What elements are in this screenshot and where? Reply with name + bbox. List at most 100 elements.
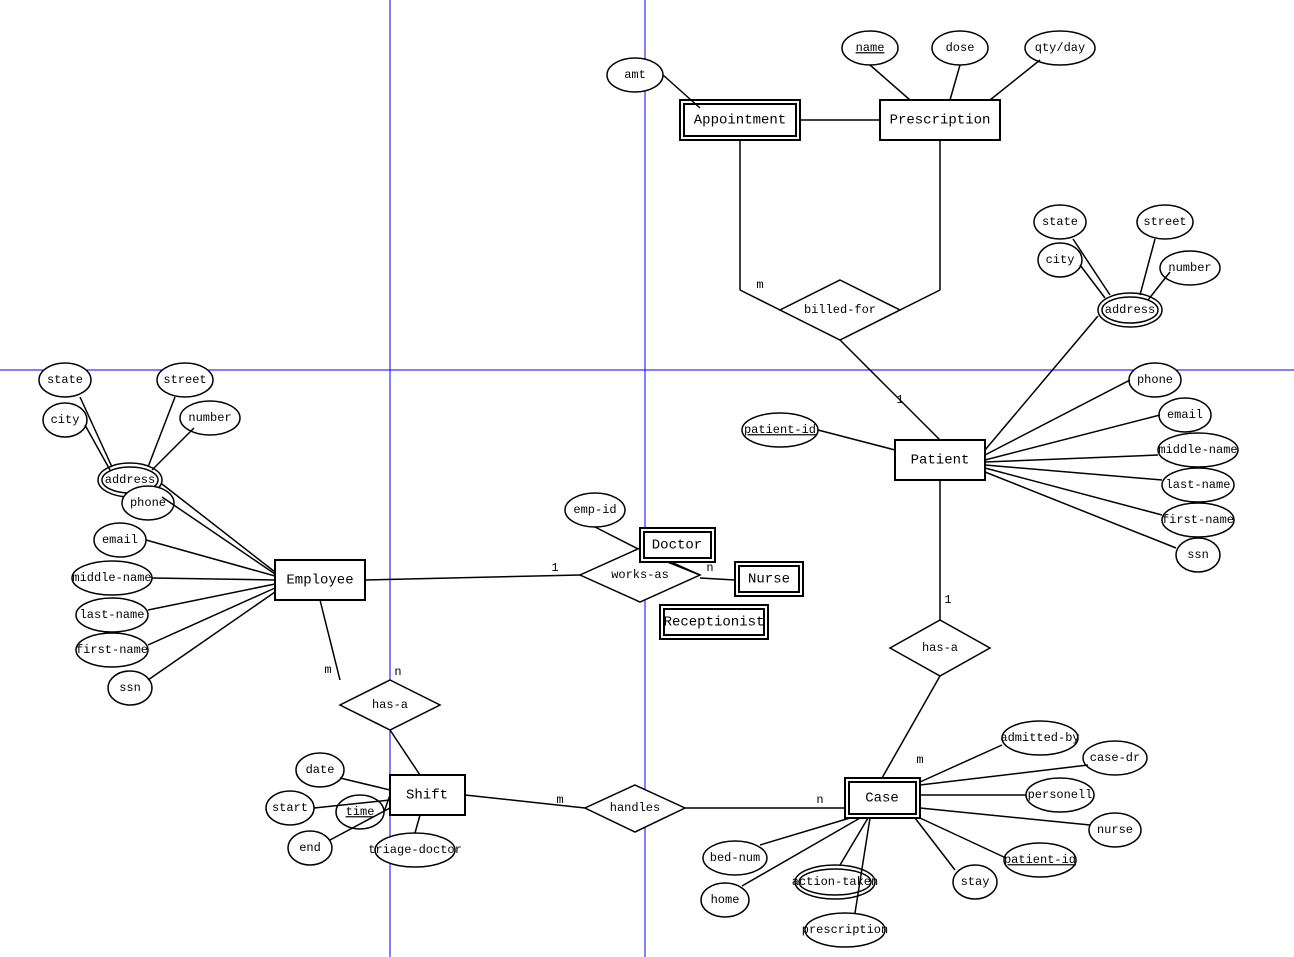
attr-personell-text: personell	[1028, 788, 1093, 802]
line-middlename-left-employee	[152, 578, 275, 580]
card-1-worksas: 1	[551, 561, 558, 575]
line-dose-prescription	[950, 65, 960, 100]
attr-stay-text: stay	[961, 875, 990, 889]
line-address-right-patient	[985, 316, 1098, 450]
attr-street-left-text: street	[163, 373, 206, 387]
line-name-prescription	[870, 65, 910, 100]
attr-empid-text: emp-id	[573, 503, 616, 517]
line-nurse-worksas	[700, 578, 735, 580]
attr-lastname-left-text: last-name	[80, 608, 145, 622]
line-phone-left-employee	[162, 497, 275, 574]
line-pres-diamond	[900, 290, 940, 310]
attr-lastname-right-text: last-name	[1166, 478, 1231, 492]
line-hasa-shift	[390, 730, 420, 775]
line-patientid-patient	[818, 430, 895, 450]
line-email-left-employee	[146, 540, 275, 576]
attr-prescription-case-text: prescription	[802, 923, 888, 937]
line-phone-right-patient	[985, 380, 1130, 455]
attr-city-right-text: city	[1046, 253, 1075, 267]
handles-label: handles	[610, 801, 660, 815]
card-n-worksas: n	[706, 561, 713, 575]
receptionist-label: Receptionist	[664, 615, 765, 631]
attr-street-right-text: street	[1143, 215, 1186, 229]
card-n-handles: n	[816, 793, 823, 807]
card-m-handles: m	[556, 793, 563, 807]
attr-firstname-left-text: first-name	[76, 643, 148, 657]
line-patientid-case	[920, 818, 1006, 858]
card-n-hasa-employee: n	[394, 665, 401, 679]
attr-casedr-text: case-dr	[1090, 751, 1140, 765]
attr-date-text: date	[306, 763, 335, 777]
patient-label: Patient	[911, 453, 970, 469]
attr-phone-right-text: phone	[1137, 373, 1173, 387]
attr-city-left-text: city	[51, 413, 80, 427]
hasa-employee-label: has-a	[372, 698, 408, 712]
attr-number-right-text: number	[1168, 261, 1211, 275]
line-number-left	[152, 428, 194, 470]
attr-number-left-text: number	[188, 411, 231, 425]
card-m-billedfor: m	[756, 278, 763, 292]
line-email-right-patient	[985, 415, 1160, 460]
card-1-billedfor-patient: 1	[896, 393, 903, 407]
attr-email-right-text: email	[1167, 408, 1203, 422]
line-hasa-case	[882, 676, 940, 778]
attr-middlename-right-text: middle-name	[1158, 443, 1237, 457]
line-street-right	[1140, 239, 1155, 295]
line-shift-handles	[465, 795, 585, 808]
line-qtyday-prescription	[990, 60, 1040, 100]
hasa-patient-label: has-a	[922, 641, 958, 655]
attr-state-left-text: state	[47, 373, 83, 387]
attr-name-text: name	[856, 41, 885, 55]
attr-address-left-text: address	[105, 473, 155, 487]
attr-dose-text: dose	[946, 41, 975, 55]
attr-triagedoctor-text: triage-doctor	[368, 843, 462, 857]
nurse-label: Nurse	[748, 572, 790, 588]
attr-ssn-right-text: ssn	[1187, 548, 1209, 562]
attr-ssn-left-text: ssn	[119, 681, 141, 695]
attr-state-right-text: state	[1042, 215, 1078, 229]
line-date-shift	[340, 778, 390, 790]
attr-nurse-case-text: nurse	[1097, 823, 1133, 837]
attr-start-text: start	[272, 801, 308, 815]
line-city-left	[85, 425, 110, 470]
line-lastname-right-patient	[985, 465, 1162, 480]
attr-actiontaken-text: action-taken	[792, 875, 878, 889]
line-prescription-case	[855, 818, 870, 913]
billedfor-label: billed-for	[804, 303, 876, 317]
line-state-left	[80, 397, 112, 467]
attr-address-right-text: address	[1105, 303, 1155, 317]
worksas-label: works-as	[611, 568, 669, 582]
case-label: Case	[865, 791, 899, 807]
shift-label: Shift	[406, 788, 448, 804]
line-employee-worksas	[365, 575, 580, 580]
line-triagedoctor-shift	[415, 815, 420, 833]
card-m-patient-hasa: m	[916, 753, 923, 767]
attr-bednum-text: bed-num	[710, 851, 760, 865]
attr-time-text: time	[346, 805, 375, 819]
attr-phone-left-text: phone	[130, 496, 166, 510]
line-billedfor-patient	[840, 340, 940, 440]
appointment-label: Appointment	[694, 113, 786, 129]
er-diagram-canvas: Appointment amt Prescription name dose q…	[0, 0, 1294, 957]
line-address-left-employee	[162, 484, 275, 572]
er-diagram-svg: Appointment amt Prescription name dose q…	[0, 0, 1294, 957]
prescription-label: Prescription	[890, 113, 991, 129]
attr-firstname-right-text: first-name	[1162, 513, 1234, 527]
attr-middlename-left-text: middle-name	[72, 571, 151, 585]
line-appt-diamond	[740, 290, 780, 310]
line-street-left	[148, 397, 175, 467]
attr-email-left-text: email	[102, 533, 138, 547]
attr-admittedby-text: admitted-by	[1000, 731, 1079, 745]
employee-label: Employee	[286, 573, 353, 589]
attr-end-text: end	[299, 841, 321, 855]
line-middlename-right-patient	[985, 455, 1158, 462]
attr-qtyday-text: qty/day	[1035, 41, 1085, 55]
line-number-right	[1148, 272, 1170, 300]
card-1-patient-hasa: 1	[944, 593, 951, 607]
attr-patientid-text: patient-id	[744, 423, 816, 437]
line-ssn-right-patient	[985, 472, 1176, 548]
attr-amt-text: amt	[624, 68, 646, 82]
attr-home-text: home	[711, 893, 740, 907]
card-m-hasa-employee: m	[324, 663, 331, 677]
attr-patientid-case-text: patient-id	[1004, 853, 1076, 867]
